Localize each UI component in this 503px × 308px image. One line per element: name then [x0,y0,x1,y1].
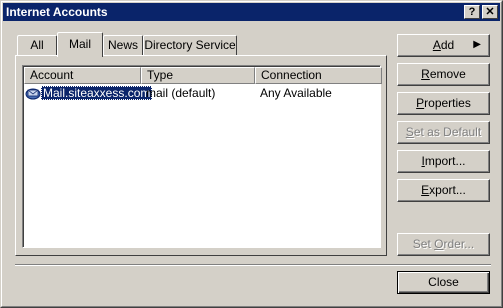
accounts-list[interactable]: Account Type Connection Mail.siteaxxess.… [22,65,382,248]
add-button[interactable]: Add ▶ [397,34,490,57]
tab-all-label: All [30,38,44,52]
set-order-mnemonic: O [434,237,444,251]
divider [15,264,491,266]
properties-button[interactable]: Properties [397,92,490,115]
tab-news[interactable]: News [103,35,143,55]
properties-button-mnemonic: P [416,96,425,110]
help-icon: ? [468,6,476,18]
internet-accounts-dialog: Internet Accounts ? ✕ All Mail News Dire… [0,0,503,308]
close-window-button[interactable]: ✕ [482,5,498,19]
set-as-default-button[interactable]: Set as Default [397,121,490,144]
column-header-connection[interactable]: Connection [255,67,382,84]
import-button[interactable]: Import... [397,150,490,173]
remove-button-mnemonic: R [421,67,430,81]
add-button-mnemonic: A [432,38,441,52]
close-button-label: Close [428,275,459,289]
tab-directory-service-label: Directory Service [144,38,236,52]
set-as-default-mnemonic: S [405,125,414,139]
account-name: Mail.siteaxxess.com [41,86,153,100]
close-button[interactable]: Close [397,271,490,294]
set-as-default-label-post: et as Default [413,125,482,139]
mail-tab-panel: Account Type Connection Mail.siteaxxess.… [15,55,387,256]
export-button-mnemonic: E [421,183,430,197]
account-cell[interactable]: Mail.siteaxxess.com [24,85,153,102]
remove-button-label-post: emove [429,67,466,81]
column-header-type[interactable]: Type [141,67,255,84]
export-button-label-post: xport... [429,183,466,197]
set-order-label-post: rder... [443,237,475,251]
mail-account-icon [25,88,41,100]
close-icon: ✕ [485,6,495,18]
type-cell: mail (default) [146,86,216,100]
tab-mail[interactable]: Mail [57,32,103,57]
import-button-label-post: mport... [424,154,466,168]
submenu-arrow-icon: ▶ [473,39,481,50]
list-item[interactable]: Mail.siteaxxess.com mail (default) Any A… [24,85,382,102]
title-bar[interactable]: Internet Accounts ? ✕ [3,3,500,21]
remove-button[interactable]: Remove [397,63,490,86]
tab-news-label: News [107,38,138,52]
properties-button-label-post: roperties [424,96,471,110]
export-button[interactable]: Export... [397,179,490,202]
list-header: Account Type Connection [24,67,382,84]
connection-cell: Any Available [260,86,332,100]
set-order-label-pre: Set [412,237,435,251]
tab-all[interactable]: All [17,35,57,55]
add-button-label-post: dd [440,38,455,52]
tab-directory-service[interactable]: Directory Service [143,35,237,55]
window-title: Internet Accounts [6,5,108,19]
set-order-button[interactable]: Set Order... [397,233,490,256]
help-button[interactable]: ? [464,5,480,19]
tab-mail-label: Mail [68,37,91,51]
column-header-account[interactable]: Account [24,67,141,84]
